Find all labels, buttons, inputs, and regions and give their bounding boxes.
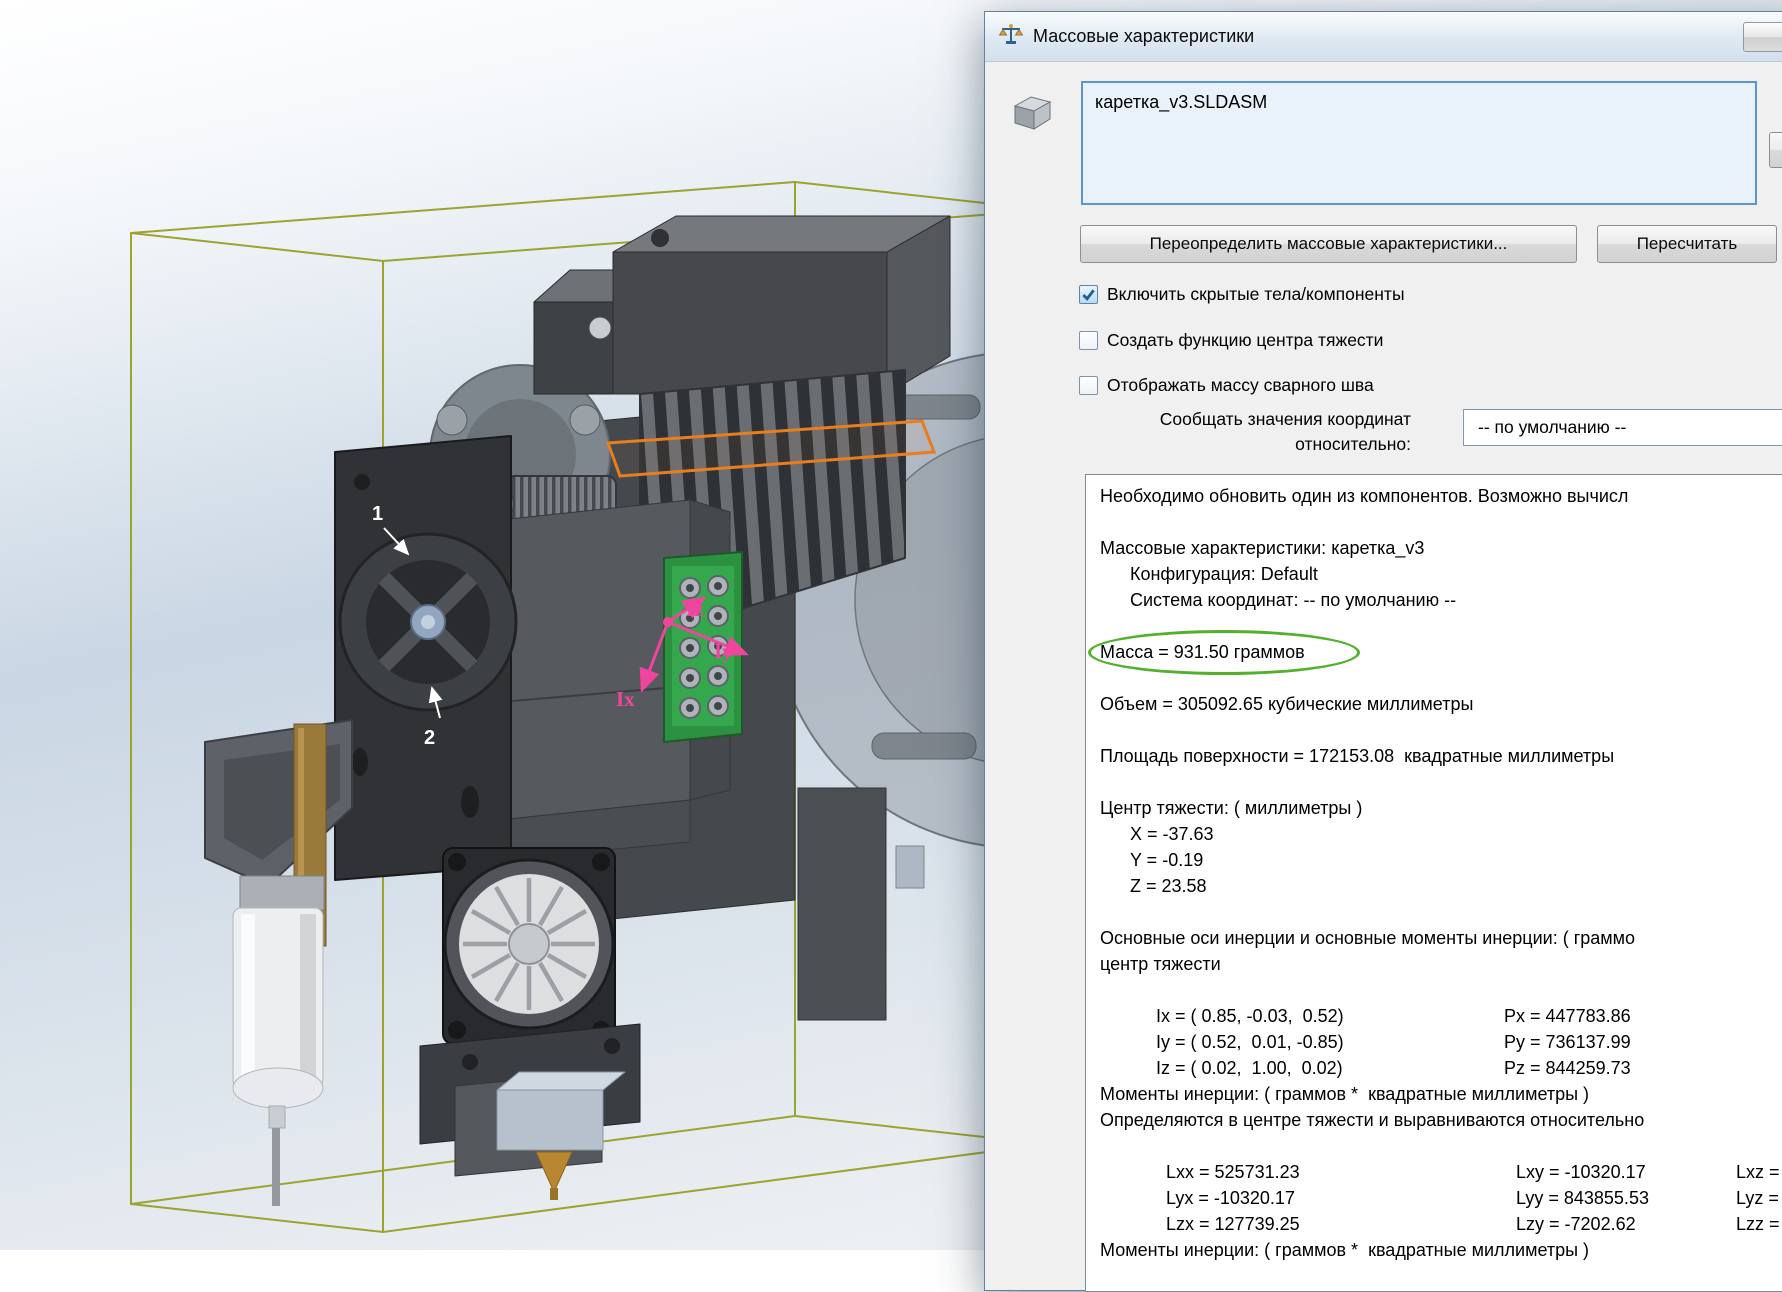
shaft-rod-bottom [872, 733, 976, 759]
checkbox-show-weld-mass[interactable] [1079, 376, 1098, 395]
result-inertia-row-1: Lxx = 525731.23Lxy = -10320.17Lxz = 127 [1100, 1133, 1782, 1159]
result-principal-axis-x: Ix = ( 0.85, -0.03, 0.52)Px = 447783.86 [1100, 977, 1782, 1003]
document-name-field[interactable]: каретка_v3.SLDASM [1081, 81, 1757, 205]
result-principal-axes-header-wrap: центр тяжести [1100, 951, 1782, 977]
top-block-front-face [613, 252, 887, 394]
inertia-lxz: Lxz = 127 [1736, 1162, 1782, 1182]
report-coords-label: Сообщать значения координат относительно… [1025, 407, 1411, 457]
result-cog-header: Центр тяжести: ( миллиметры ) [1100, 795, 1782, 821]
side-panel [798, 788, 886, 1020]
plate-hub-center [421, 615, 435, 629]
result-header: Массовые характеристики: каретка_v3 [1100, 535, 1782, 561]
fan-hub [509, 924, 549, 964]
bolt-left [437, 405, 467, 435]
axis-vector-y: Iy = ( 0.52, 0.01, -0.85) [1156, 1029, 1504, 1055]
inertia-lxy: Lxy = -10320.17 [1516, 1159, 1736, 1185]
step-block-front [534, 302, 613, 394]
dialog-title: Массовые характеристики [1033, 26, 1254, 47]
spacer [1100, 613, 1782, 639]
inertia-lzz: Lzz = 658 [1736, 1214, 1782, 1234]
canister-dome [233, 1068, 323, 1108]
nozzle-tip [550, 1188, 558, 1200]
side-clip [896, 846, 924, 888]
axis-label-iy: Iy [714, 639, 733, 663]
spacer [1100, 769, 1782, 795]
spacer [1100, 509, 1782, 535]
axis-vector-z: Iz = ( 0.02, 1.00, 0.02) [1156, 1055, 1504, 1081]
checkbox-label-weld-mass: Отображать массу сварного шва [1107, 375, 1374, 396]
result-mass: Масса = 931.50 граммов [1100, 639, 1782, 665]
report-coords-label-line1: Сообщать значения координат [1025, 407, 1411, 432]
checkbox-include-hidden-bodies[interactable] [1079, 285, 1098, 304]
result-principal-axes-header: Основные оси инерции и основные моменты … [1100, 925, 1782, 951]
result-configuration: Конфигурация: Default [1100, 561, 1782, 587]
canister-highlight [241, 914, 255, 1082]
canister-mount [240, 876, 324, 910]
plate-slot-2 [352, 748, 368, 776]
result-moments-header-2: Моменты инерции: ( граммов * квадратные … [1100, 1237, 1782, 1263]
heater-block-top [497, 1072, 625, 1090]
spacer [1100, 717, 1782, 743]
result-cog-x: X = -37.63 [1100, 821, 1782, 847]
mass-properties-icon [999, 22, 1023, 51]
canister-rod [272, 1128, 280, 1206]
checkbox-row-include-hidden[interactable]: Включить скрытые тела/компоненты [1079, 282, 1405, 306]
callout-2: 2 [424, 727, 435, 749]
override-mass-props-button[interactable]: Переопределить массовые характеристики..… [1080, 225, 1577, 263]
plate-hole [354, 474, 370, 490]
bolt-right [570, 405, 600, 435]
top-block-hole [651, 229, 669, 247]
step-block-hole [589, 317, 611, 339]
result-surface-area: Площадь поверхности = 172153.08 квадратн… [1100, 743, 1782, 769]
mass-properties-dialog: Массовые характеристики каретка_v3.SLDAS… [984, 11, 1782, 1291]
plate-slot-1 [461, 786, 479, 818]
result-coordinate-system: Система координат: -- по умолчанию -- [1100, 587, 1782, 613]
heater-block [497, 1090, 603, 1150]
bottom-bolt-1 [462, 1054, 478, 1070]
callout-1: 1 [372, 503, 383, 525]
axis-label-ix: Ix [616, 687, 635, 711]
inertia-lxx: Lxx = 525731.23 [1166, 1159, 1516, 1185]
results-panel[interactable]: Необходимо обновить один из компонентов.… [1085, 474, 1782, 1292]
canister-shade [300, 914, 316, 1082]
close-button-fragment[interactable] [1743, 22, 1782, 52]
field-side-button-fragment[interactable] [1769, 132, 1782, 168]
spacer [1100, 899, 1782, 925]
result-cog-y: Y = -0.19 [1100, 847, 1782, 873]
checkbox-label-create-cog: Создать функцию центра тяжести [1107, 330, 1383, 351]
inertia-lzy: Lzy = -7202.62 [1516, 1211, 1736, 1237]
axis-moment-x: Px = 447783.86 [1504, 1006, 1631, 1026]
axis-label-iz: Iz [686, 597, 704, 621]
spacer [1100, 665, 1782, 691]
result-cog-z: Z = 23.58 [1100, 873, 1782, 899]
checkbox-row-create-cog[interactable]: Создать функцию центра тяжести [1079, 328, 1383, 352]
canister-nipple [269, 1106, 285, 1128]
axis-moment-z: Pz = 844259.73 [1504, 1058, 1631, 1078]
checkbox-row-weld-mass[interactable]: Отображать массу сварного шва [1079, 373, 1374, 397]
checkbox-create-cog-feature[interactable] [1079, 331, 1098, 350]
inertia-lyx: Lyx = -10320.17 [1166, 1185, 1516, 1211]
result-volume: Объем = 305092.65 кубические миллиметры [1100, 691, 1782, 717]
dialog-titlebar[interactable]: Массовые характеристики [985, 12, 1782, 62]
result-warning: Необходимо обновить один из компонентов.… [1100, 483, 1782, 509]
result-moments-header: Моменты инерции: ( граммов * квадратные … [1100, 1081, 1782, 1107]
report-coords-label-line2: относительно: [1025, 432, 1411, 457]
recalculate-button[interactable]: Пересчитать [1597, 225, 1777, 263]
result-moments-note: Определяются в центре тяжести и выравнив… [1100, 1107, 1782, 1133]
inertia-lzx: Lzx = 127739.25 [1166, 1211, 1516, 1237]
checkbox-label-include-hidden: Включить скрытые тела/компоненты [1107, 284, 1405, 305]
bottom-bolt-2 [604, 1038, 620, 1054]
part-icon [1009, 92, 1055, 134]
mid-body-front [500, 500, 690, 820]
inertia-lyy: Lyy = 843855.53 [1516, 1185, 1736, 1211]
screenshot-root: { "window": { "title": "Массовые характе… [0, 0, 1782, 1250]
axis-vector-x: Ix = ( 0.85, -0.03, 0.52) [1156, 1003, 1504, 1029]
nozzle [536, 1152, 572, 1192]
inertia-lyz: Lyz = -720 [1736, 1188, 1782, 1208]
coordinate-system-dropdown[interactable]: -- по умолчанию -- [1463, 409, 1782, 446]
axis-moment-y: Py = 736137.99 [1504, 1032, 1631, 1052]
coordinate-system-value: -- по умолчанию -- [1478, 417, 1626, 438]
